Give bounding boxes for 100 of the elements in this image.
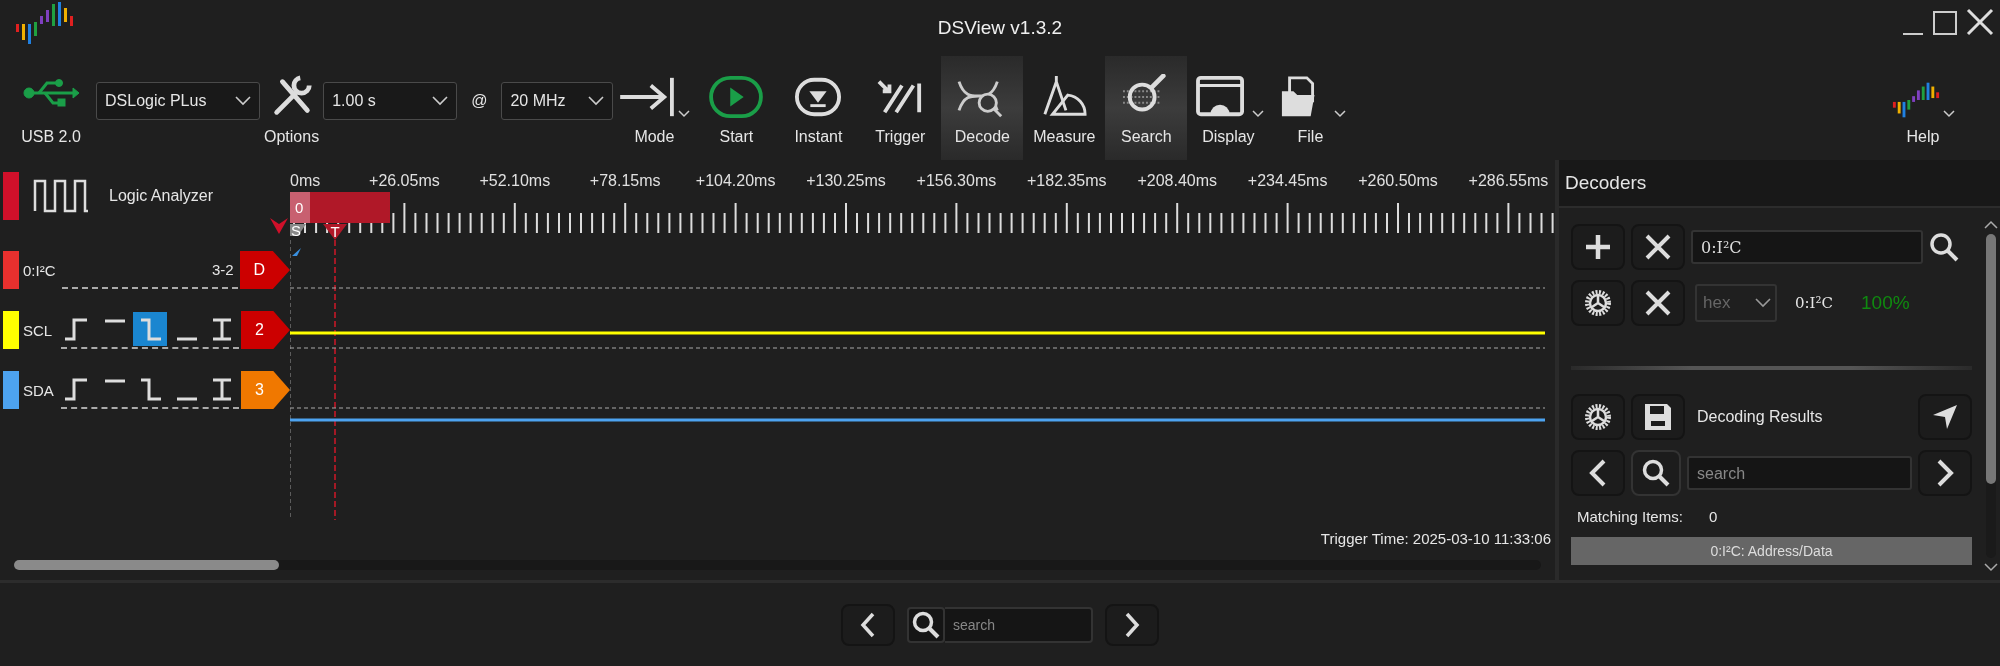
- time-label: +52.10ms: [479, 172, 551, 189]
- cross-icon: [1645, 290, 1671, 316]
- chevron-icon: [235, 96, 251, 106]
- pointer-arrow-icon: [1931, 403, 1959, 431]
- next-button[interactable]: [1918, 450, 1972, 496]
- decode-progress: 100%: [1861, 292, 1910, 314]
- caret-icon[interactable]: [1334, 110, 1347, 118]
- channel-name: SDA: [23, 381, 55, 399]
- usb-label: USB 2.0: [21, 128, 81, 146]
- decoder-filter-field[interactable]: 0:I²C: [1691, 230, 1923, 264]
- caret-icon[interactable]: [678, 110, 691, 118]
- mode-color-bar: [3, 172, 19, 220]
- channel-badge[interactable]: 2: [240, 311, 290, 349]
- plus-icon: [1584, 233, 1612, 261]
- channel-range: 3-2: [211, 260, 235, 278]
- search-button[interactable]: Search: [1105, 56, 1188, 160]
- search-button[interactable]: [1631, 450, 1681, 496]
- chevron-right-icon: [1935, 459, 1955, 487]
- time-label: +234.45ms: [1247, 172, 1328, 189]
- matching-items-label: Matching Items:: [1577, 508, 1683, 525]
- scrollbar-thumb[interactable]: [14, 560, 279, 570]
- chevron-icon: [432, 96, 449, 106]
- time-label: +78.15ms: [589, 172, 661, 189]
- position-marker[interactable]: T: [323, 223, 347, 240]
- save-button[interactable]: [1631, 394, 1685, 440]
- decoder-name: 0:I²C: [1795, 294, 1833, 312]
- trigger-time: Trigger Time: 2025-03-10 11:33:06: [1320, 529, 1551, 547]
- channel-name: 0:I²C: [23, 261, 57, 279]
- chevron-icon: [588, 96, 605, 106]
- time-label: +26.05ms: [369, 172, 440, 189]
- usb-icon: [23, 78, 79, 108]
- gear-icon: [1584, 289, 1612, 317]
- chevron-icon: [1755, 298, 1771, 308]
- play-icon: [707, 74, 766, 120]
- next-button[interactable]: [1105, 603, 1159, 646]
- panel-title: Decoders: [1565, 172, 1647, 194]
- panel-title: Logic Analyzer: [109, 187, 214, 205]
- scrollbar-thumb[interactable]: [1986, 234, 1996, 484]
- cursor-marker-icon: [292, 248, 301, 256]
- horizontal-scrollbar[interactable]: [14, 560, 1541, 570]
- time-label: +208.40ms: [1137, 172, 1217, 189]
- instant-button[interactable]: Instant: [777, 56, 860, 160]
- close-icon[interactable]: [1966, 8, 1994, 36]
- scroll-up-icon[interactable]: [1984, 220, 1998, 230]
- search-field[interactable]: search: [945, 606, 1093, 643]
- duration-select[interactable]: 1.00 s: [323, 82, 458, 120]
- search-icon: [912, 610, 940, 639]
- help-button[interactable]: Help: [1880, 56, 1966, 160]
- results-title: Decoding Results: [1697, 408, 1824, 426]
- maximize-icon[interactable]: [1932, 10, 1958, 36]
- time-label: +286.55ms: [1468, 172, 1549, 189]
- remove-button[interactable]: [1631, 224, 1685, 270]
- time-label: +130.25ms: [806, 172, 886, 189]
- app-logo-icon: [14, 2, 76, 44]
- vertical-scrollbar[interactable]: [1986, 234, 1996, 558]
- previous-button[interactable]: [1571, 450, 1625, 496]
- search-field[interactable]: search: [1687, 456, 1912, 490]
- sample-rate-select[interactable]: 20 MHz: [501, 82, 614, 120]
- previous-button[interactable]: [841, 603, 895, 646]
- display-button[interactable]: Display: [1187, 56, 1270, 160]
- caret-icon[interactable]: [1943, 110, 1955, 118]
- edge-marker[interactable]: S: [290, 222, 306, 239]
- remove-button[interactable]: [1631, 280, 1685, 326]
- scroll-down-icon[interactable]: [1984, 562, 1998, 572]
- start-button[interactable]: Start: [695, 56, 778, 160]
- search-button[interactable]: [907, 606, 945, 643]
- search-icon[interactable]: [1929, 232, 1959, 262]
- file-button[interactable]: File: [1269, 56, 1352, 160]
- channel-name: SCL: [23, 321, 54, 339]
- channel-badge[interactable]: D: [239, 251, 290, 289]
- at-label: @: [471, 92, 488, 110]
- mode-button[interactable]: Mode: [613, 56, 696, 160]
- bar-chart-logo-icon: [1891, 80, 1941, 120]
- time-label: +156.30ms: [916, 172, 997, 189]
- decode-button[interactable]: Decode: [941, 56, 1024, 160]
- matching-items-count: 0: [1708, 508, 1718, 525]
- chevron-left-icon: [859, 611, 877, 638]
- trigger-fall-icon[interactable]: [132, 312, 167, 346]
- window-title: DSView v1.3.2: [937, 17, 1063, 39]
- square-wave-icon: [33, 179, 89, 213]
- column-header: 0:I²C: Address/Data: [1710, 543, 1833, 559]
- settings-button[interactable]: [1571, 280, 1625, 326]
- cross-icon: [1645, 234, 1671, 260]
- time-label: +104.20ms: [695, 172, 776, 189]
- time-label: 0ms: [290, 172, 321, 189]
- cursor-caret-icon: [270, 218, 288, 234]
- navigate-button[interactable]: [1918, 394, 1972, 440]
- measure-button[interactable]: Measure: [1023, 56, 1106, 160]
- caret-icon[interactable]: [1252, 110, 1265, 118]
- time-label: +260.50ms: [1358, 172, 1438, 189]
- chevron-right-icon: [1123, 611, 1141, 638]
- gear-icon: [1584, 403, 1612, 431]
- chevron-left-icon: [1588, 459, 1608, 487]
- trigger-button[interactable]: Trigger: [859, 56, 942, 160]
- options-button[interactable]: Options: [260, 56, 324, 160]
- settings-button[interactable]: [1571, 394, 1625, 440]
- search-icon: [1642, 459, 1670, 487]
- time-label: +182.35ms: [1027, 172, 1107, 189]
- add-button[interactable]: [1571, 224, 1625, 270]
- device-select[interactable]: DSLogic PLus: [96, 82, 260, 120]
